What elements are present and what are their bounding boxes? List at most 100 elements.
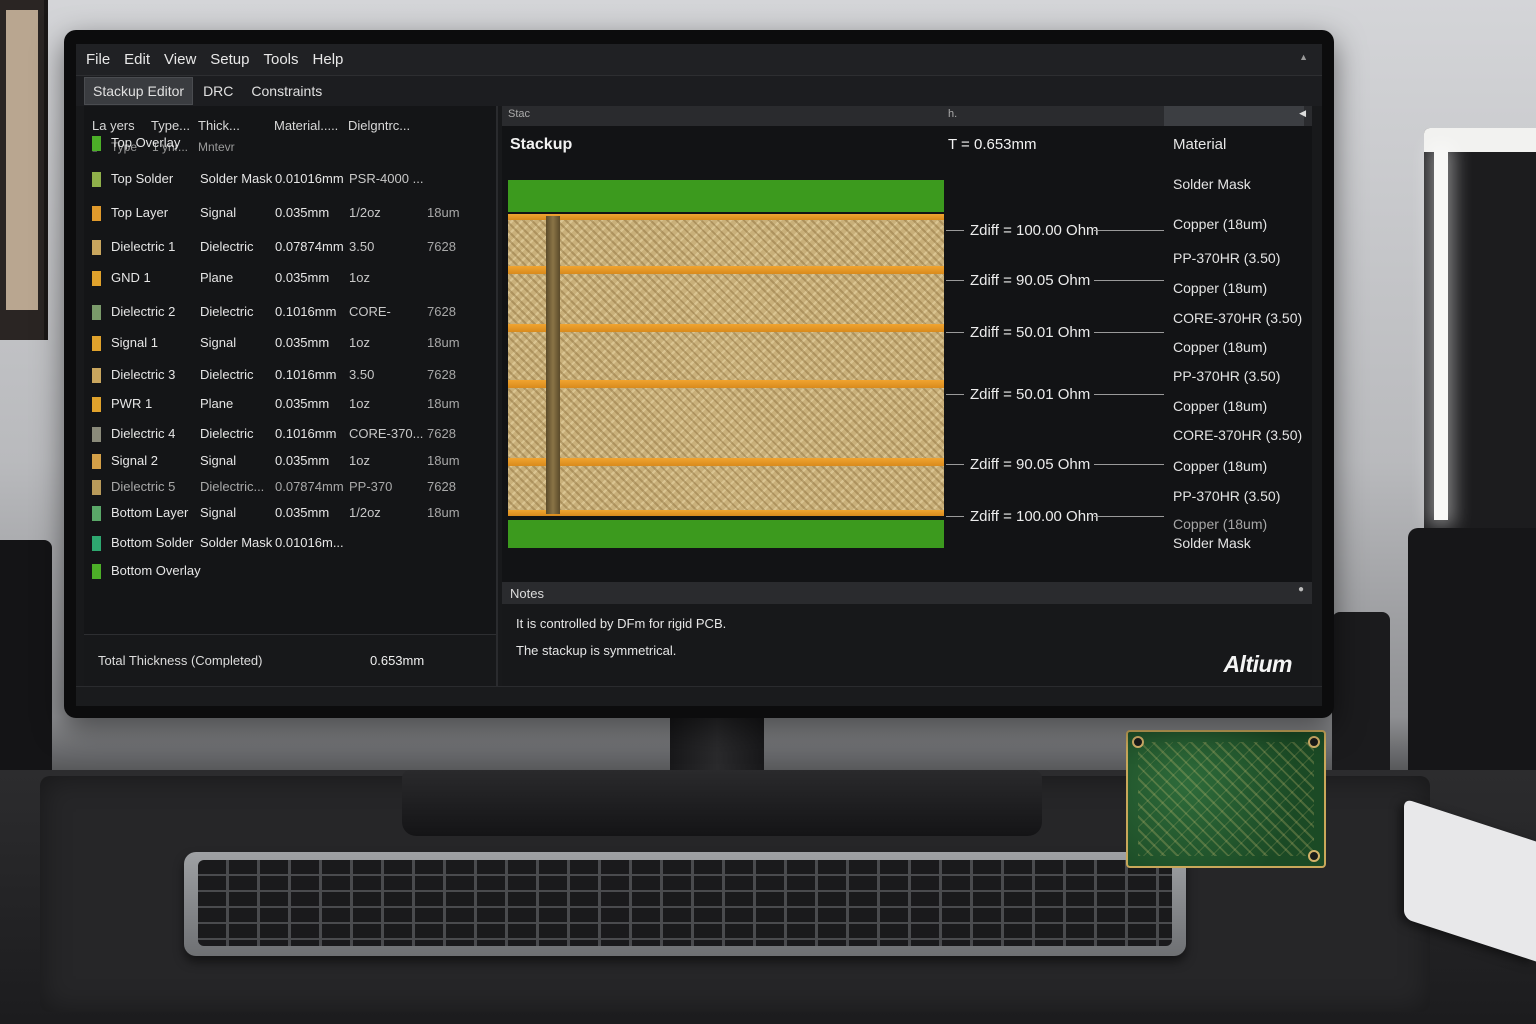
notes-panel: Notes ● It is controlled by DFm for rigi… <box>502 582 1312 686</box>
layer-color-swatch <box>92 240 101 255</box>
layer-type: Plane <box>200 270 234 285</box>
layer-color-swatch <box>92 506 101 521</box>
layer-color-swatch <box>92 397 101 412</box>
layer-material: 1oz <box>349 396 370 411</box>
col-header-thickness[interactable]: Thick... <box>198 118 240 133</box>
layer-color-swatch <box>92 480 101 495</box>
layer-row[interactable]: Signal 2 Signal 0.035mm 1oz 18um <box>84 450 496 474</box>
layer-material: 1oz <box>349 270 370 285</box>
layer-row[interactable]: Bottom Layer Signal 0.035mm 1/2oz 18um <box>84 502 496 526</box>
layer-extra: 18um <box>427 453 460 468</box>
layer-type: Signal <box>200 205 237 220</box>
notes-menu-icon[interactable]: ● <box>1298 584 1304 595</box>
layer-thickness: 0.07874mm <box>275 479 344 494</box>
layer-extra: 18um <box>427 396 460 411</box>
menu-file[interactable]: File <box>86 51 110 68</box>
tab-drc[interactable]: DRC <box>195 78 241 104</box>
layer-extra: 7628 <box>427 426 456 441</box>
layer-color-swatch <box>92 305 101 320</box>
impedance-label: Zdiff = 50.01 Ohm <box>970 324 1091 341</box>
monitor-screen: File Edit View Setup Tools Help ▲ Stacku… <box>76 44 1322 706</box>
bottom-solder-mask-layer <box>508 520 944 548</box>
material-item: Copper (18um) <box>1173 398 1268 414</box>
layer-material: CORE- <box>349 304 391 319</box>
panel-caret-icon[interactable]: ◀ <box>1299 108 1306 119</box>
tab-bar: Stackup Editor DRC Constraints <box>76 76 1322 106</box>
material-header: Material <box>1173 136 1227 153</box>
impedance-leader-line <box>1094 464 1164 465</box>
material-item: Copper (18um) <box>1173 339 1268 355</box>
layer-row[interactable]: Bottom Solder Solder Mask 0.01016m... <box>84 532 496 556</box>
layer-row[interactable]: PWR 1 Plane 0.035mm 1oz 18um <box>84 393 496 417</box>
col-header-type[interactable]: Type... <box>151 118 190 133</box>
menu-setup[interactable]: Setup <box>210 51 249 68</box>
layer-name: Bottom Layer <box>111 505 189 520</box>
layer-name: Dielectric 2 <box>111 304 176 319</box>
material-item: Solder Mask <box>1173 176 1251 192</box>
impedance-leader-line <box>1094 280 1164 281</box>
layer-name: Dielectric 5 <box>111 479 176 494</box>
keyboard-keys <box>198 860 1172 946</box>
monitor-stand-base <box>402 770 1042 836</box>
layer-thickness: 0.01016m... <box>275 535 344 550</box>
stackup-topbar-text: Stac <box>508 108 531 120</box>
layer-thickness: 0.1016mm <box>275 426 337 441</box>
menu-tools[interactable]: Tools <box>263 51 298 68</box>
layer-row[interactable]: Dielectric 5 Dielectric... 0.07874mm PP-370… <box>84 476 496 500</box>
layer-thickness: 0.01016mm <box>275 171 344 186</box>
layer-material: 3.50 <box>349 367 375 382</box>
layer-extra: 18um <box>427 335 460 350</box>
layer-row[interactable]: Dielectric 3 Dielectric 0.1016mm 3.50 7628 <box>84 364 496 388</box>
layer-thickness: 0.07874mm <box>275 239 344 254</box>
layer-row[interactable]: Dielectric 2 Dielectric 0.1016mm CORE- 7628 <box>84 301 496 325</box>
copper-layer <box>508 380 944 388</box>
tab-constraints[interactable]: Constraints <box>243 78 330 104</box>
layer-name: Signal 1 <box>111 335 158 350</box>
layer-extra: 18um <box>427 505 460 520</box>
layer-color-swatch <box>92 206 101 221</box>
layer-color-swatch <box>92 536 101 551</box>
layer-row[interactable]: Bottom Overlay <box>84 560 496 584</box>
col-header-material[interactable]: Material..... <box>274 118 338 133</box>
material-item: CORE-370HR (3.50) <box>1173 427 1303 443</box>
col-header-dielectric[interactable]: Dielgntrc... <box>348 118 410 133</box>
layer-name: Signal 2 <box>111 453 158 468</box>
material-item: Copper (18um) <box>1173 458 1268 474</box>
stackup-topbar-field[interactable] <box>1164 106 1304 126</box>
layer-row[interactable]: Dielectric 1 Dielectric 0.07874mm 3.50 7628 <box>84 236 496 260</box>
col-header-layers[interactable]: La yers <box>92 118 135 133</box>
layer-row[interactable]: Dielectric 4 Dielectric 0.1016mm CORE-370..… <box>84 423 496 447</box>
layer-extra: 18um <box>427 205 460 220</box>
menu-view[interactable]: View <box>164 51 196 68</box>
menu-help[interactable]: Help <box>313 51 344 68</box>
layer-extra: 7628 <box>427 367 456 382</box>
layer-row[interactable]: Signal 1 Signal 0.035mm 1oz 18um <box>84 332 496 356</box>
pcb-mount-hole <box>1132 736 1144 748</box>
window-collapse-icon[interactable]: ▲ <box>1299 52 1308 62</box>
stackup-title: Stackup <box>510 136 573 153</box>
layer-row[interactable]: Top Overlay <box>84 132 496 156</box>
material-item: Copper (18um) <box>1173 516 1268 532</box>
layer-row[interactable]: Top Layer Signal 0.035mm 1/2oz 18um <box>84 202 496 226</box>
layer-thickness: 0.1016mm <box>275 367 337 382</box>
altium-logo: Altium <box>1223 651 1292 677</box>
material-item: CORE-370HR (3.50) <box>1173 310 1303 326</box>
dielectric-layer <box>508 466 944 510</box>
right-speaker <box>1408 528 1536 790</box>
dielectric-layer <box>508 220 944 266</box>
copper-layer <box>508 266 944 274</box>
keyboard <box>184 852 1186 956</box>
impedance-label: Zdiff = 100.00 Ohm <box>970 222 1099 239</box>
stackup-panel: Stac h. ◀ Stackup T = 0.653mm Material Z… <box>502 106 1312 582</box>
menu-bar: File Edit View Setup Tools Help ▲ <box>76 44 1322 76</box>
tab-stackup-editor[interactable]: Stackup Editor <box>84 77 194 105</box>
pcb-mount-hole <box>1308 736 1320 748</box>
note-line-1: It is controlled by DFm for rigid PCB. <box>516 616 727 631</box>
layer-type: Solder Mask <box>200 535 273 550</box>
layer-material: 1/2oz <box>349 205 381 220</box>
small-speaker <box>1332 612 1390 794</box>
layer-row[interactable]: Top Solder Solder Mask 0.01016mm PSR-4000 .… <box>84 168 496 192</box>
menu-edit[interactable]: Edit <box>124 51 150 68</box>
layer-row[interactable]: GND 1 Plane 0.035mm 1oz <box>84 267 496 291</box>
layer-material: 3.50 <box>349 239 375 254</box>
